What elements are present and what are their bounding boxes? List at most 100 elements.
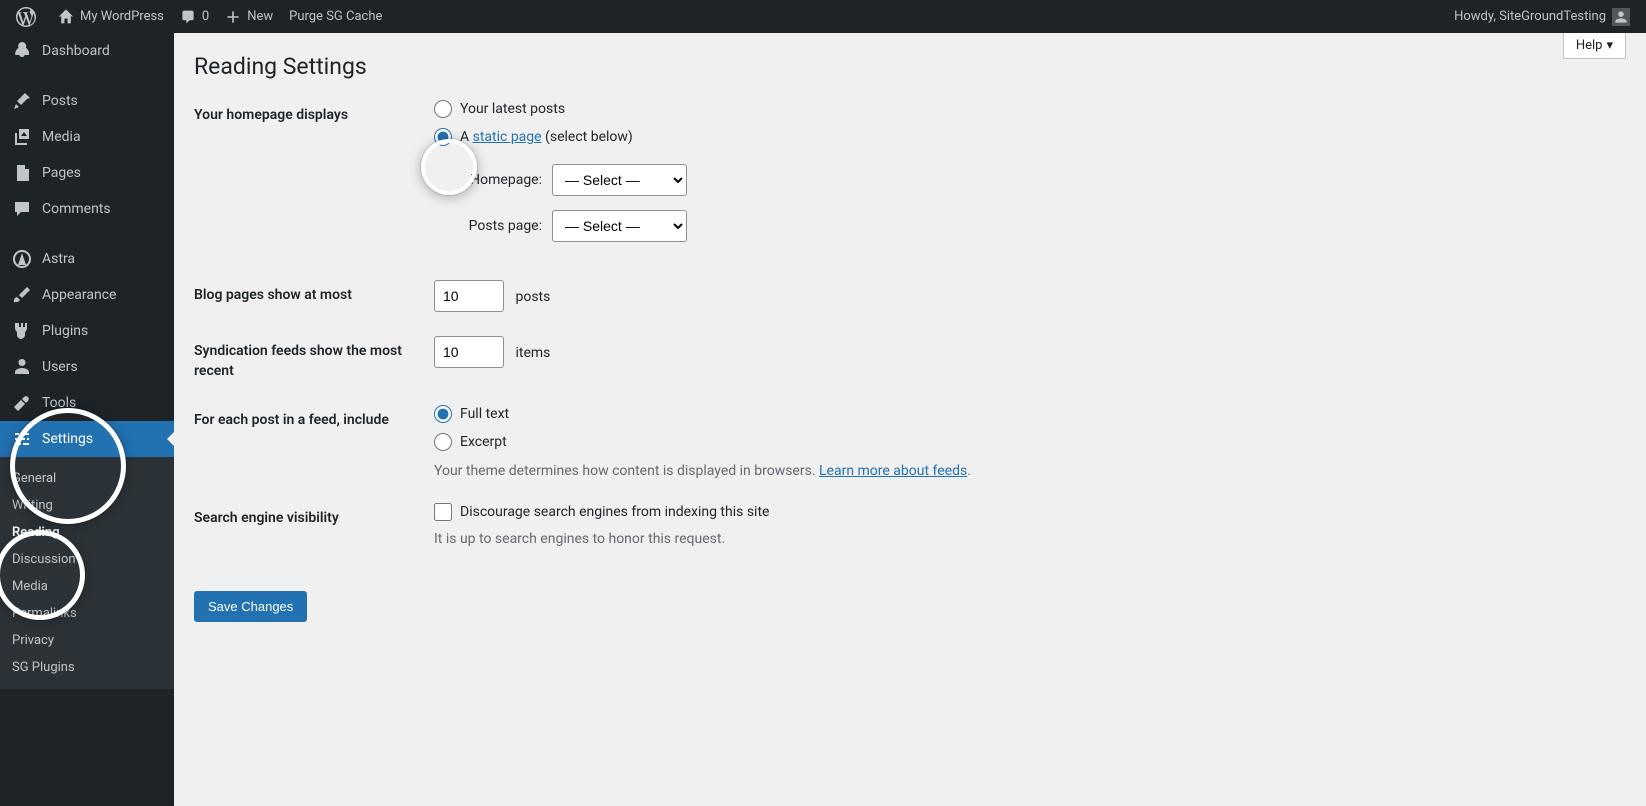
learn-more-feeds-link[interactable]: Learn more about feeds [819, 463, 967, 479]
sidebar-item-posts[interactable]: Posts [0, 83, 174, 119]
posts-page-select[interactable]: — Select — [552, 210, 687, 242]
sidebar-item-appearance[interactable]: Appearance [0, 277, 174, 313]
account-link[interactable]: Howdy, SiteGroundTesting [1446, 0, 1638, 33]
admin-bar: My WordPress 0 New Purge SG Cache Howdy,… [0, 0, 1646, 33]
radio-latest-posts-row: Your latest posts [434, 100, 1626, 118]
radio-latest-posts-label[interactable]: Your latest posts [460, 101, 565, 117]
sidebar-item-plugins[interactable]: Plugins [0, 313, 174, 349]
radio-excerpt-label[interactable]: Excerpt [460, 434, 507, 450]
posts-page-select-row: Posts page: — Select — [454, 210, 1626, 242]
submenu-media[interactable]: Media [0, 573, 174, 600]
sidebar-item-tools[interactable]: Tools [0, 385, 174, 421]
blog-pages-input[interactable] [434, 280, 504, 312]
purge-label: Purge SG Cache [289, 9, 382, 24]
sidebar-item-users[interactable]: Users [0, 349, 174, 385]
sidebar-item-pages[interactable]: Pages [0, 155, 174, 191]
purge-cache-link[interactable]: Purge SG Cache [281, 0, 390, 33]
submenu-sg-plugins[interactable]: SG Plugins [0, 654, 174, 681]
row-blog-pages: Blog pages show at most posts [194, 280, 1626, 312]
submenu-privacy[interactable]: Privacy [0, 627, 174, 654]
main-content: Help ▾ Reading Settings Your homepage di… [174, 33, 1646, 806]
howdy-text: Howdy, SiteGroundTesting [1454, 9, 1606, 24]
settings-submenu: General Writing Reading Discussion Media… [0, 457, 174, 689]
sidebar-item-dashboard[interactable]: Dashboard [0, 33, 174, 69]
dashboard-icon [12, 41, 32, 61]
submenu-discussion[interactable]: Discussion [0, 546, 174, 573]
submenu-reading[interactable]: Reading [0, 519, 174, 546]
label-homepage-displays: Your homepage displays [194, 100, 434, 256]
settings-form: Your homepage displays Your latest posts… [194, 100, 1626, 622]
pin-icon [12, 91, 32, 111]
comment-icon [12, 199, 32, 219]
radio-latest-posts[interactable] [434, 100, 452, 118]
comments-count: 0 [202, 9, 209, 24]
static-prefix: A [460, 129, 473, 145]
radio-full-text[interactable] [434, 405, 452, 423]
radio-static-page[interactable] [434, 128, 452, 146]
posts-page-select-label: Posts page: [454, 218, 542, 234]
label-syndication: Syndication feeds show the most recent [194, 336, 434, 381]
sidebar-label: Comments [42, 201, 111, 217]
site-name-link[interactable]: My WordPress [50, 0, 172, 33]
chevron-down-icon: ▾ [1606, 38, 1613, 53]
row-feed-include: For each post in a feed, include Full te… [194, 405, 1626, 479]
row-syndication: Syndication feeds show the most recent i… [194, 336, 1626, 381]
sidebar-label: Settings [42, 431, 93, 447]
astra-icon [12, 249, 32, 269]
static-page-link[interactable]: static page [473, 129, 542, 145]
comments-link[interactable]: 0 [172, 0, 217, 33]
sidebar-label: Plugins [42, 323, 88, 339]
save-changes-button[interactable]: Save Changes [194, 591, 307, 622]
site-name-text: My WordPress [80, 9, 164, 24]
sidebar-label: Tools [42, 395, 76, 411]
wp-logo[interactable] [8, 0, 50, 33]
radio-excerpt[interactable] [434, 433, 452, 451]
admin-sidebar: Dashboard Posts Media Pages Comments Ast… [0, 33, 174, 806]
wrench-icon [12, 393, 32, 413]
submenu-permalinks[interactable]: Permalinks [0, 600, 174, 627]
checkbox-discourage-row: Discourage search engines from indexing … [434, 503, 1626, 521]
sidebar-item-settings[interactable]: Settings [0, 421, 174, 457]
row-homepage-displays: Your homepage displays Your latest posts… [194, 100, 1626, 256]
checkbox-discourage-label[interactable]: Discourage search engines from indexing … [460, 504, 769, 520]
radio-static-page-row: A static page (select below) [434, 128, 1626, 146]
checkbox-discourage[interactable] [434, 503, 452, 521]
feed-desc-prefix: Your theme determines how content is dis… [434, 463, 819, 479]
sidebar-item-astra[interactable]: Astra [0, 241, 174, 277]
static-suffix: (select below) [542, 129, 633, 145]
new-link[interactable]: New [217, 0, 281, 33]
sidebar-label: Media [42, 129, 81, 145]
radio-full-text-label[interactable]: Full text [460, 406, 509, 422]
plug-icon [12, 321, 32, 341]
syndication-input[interactable] [434, 336, 504, 368]
sidebar-item-comments[interactable]: Comments [0, 191, 174, 227]
submenu-writing[interactable]: Writing [0, 492, 174, 519]
sliders-icon [12, 429, 32, 449]
submenu-general[interactable]: General [0, 465, 174, 492]
user-icon [12, 357, 32, 377]
label-blog-pages: Blog pages show at most [194, 280, 434, 312]
posts-suffix: posts [515, 289, 550, 305]
pages-icon [12, 163, 32, 183]
homepage-select[interactable]: — Select — [552, 164, 687, 196]
brush-icon [12, 285, 32, 305]
admin-bar-left: My WordPress 0 New Purge SG Cache [8, 0, 390, 33]
items-suffix: items [515, 345, 550, 361]
page-title: Reading Settings [194, 53, 1626, 80]
plus-icon [225, 9, 241, 25]
homepage-select-row: Homepage: — Select — [454, 164, 1626, 196]
radio-excerpt-row: Excerpt [434, 433, 1626, 451]
help-tab[interactable]: Help ▾ [1563, 33, 1626, 59]
sidebar-label: Dashboard [42, 43, 110, 59]
admin-bar-right: Howdy, SiteGroundTesting [1446, 0, 1638, 33]
radio-full-text-row: Full text [434, 405, 1626, 423]
sidebar-label: Pages [42, 165, 81, 181]
sidebar-label: Users [42, 359, 78, 375]
radio-static-page-label[interactable]: A static page (select below) [460, 129, 633, 145]
row-search-visibility: Search engine visibility Discourage sear… [194, 503, 1626, 547]
sidebar-label: Appearance [42, 287, 116, 303]
media-icon [12, 127, 32, 147]
sidebar-label: Astra [42, 251, 75, 267]
wordpress-icon [16, 7, 36, 27]
sidebar-item-media[interactable]: Media [0, 119, 174, 155]
